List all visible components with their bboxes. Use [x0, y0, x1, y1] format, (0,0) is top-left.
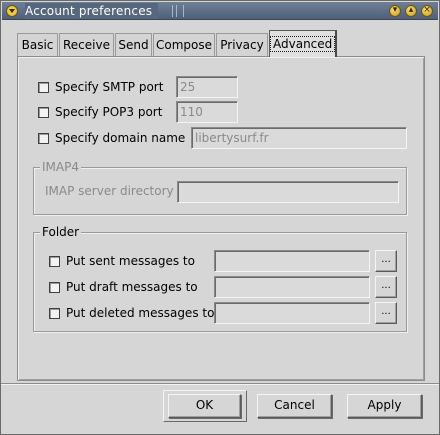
tab-basic-label: Basic — [21, 38, 54, 52]
title-bar[interactable]: Account preferences ▾ ▴ × — [2, 2, 438, 20]
tab-privacy-label: Privacy — [220, 38, 264, 52]
tab-privacy[interactable]: Privacy — [216, 33, 268, 57]
title-grip-icon — [172, 5, 184, 17]
folder-group: Folder Put sent messages to ... Put draf… — [33, 225, 407, 332]
smtp-port-checkbox[interactable] — [38, 81, 49, 93]
advanced-panel: Specify SMTP port 25 Specify POP3 port 1… — [17, 56, 425, 381]
smtp-port-field[interactable]: 25 — [176, 76, 238, 98]
draft-folder-field[interactable] — [214, 276, 370, 298]
domain-name-checkbox[interactable] — [38, 132, 49, 144]
pop3-port-checkbox-row[interactable]: Specify POP3 port — [38, 102, 162, 122]
cancel-button[interactable]: Cancel — [257, 394, 332, 418]
window-title: Account preferences — [25, 3, 159, 19]
button-separator — [1, 383, 439, 385]
draft-folder-checkbox[interactable] — [49, 281, 60, 293]
sent-folder-checkbox-row[interactable]: Put sent messages to — [49, 251, 195, 271]
imap4-group-title: IMAP4 — [40, 160, 81, 174]
draft-folder-label: Put draft messages to — [66, 280, 198, 294]
sent-folder-label: Put sent messages to — [66, 254, 195, 268]
smtp-port-checkbox-row[interactable]: Specify SMTP port — [38, 77, 163, 97]
tab-send-label: Send — [118, 38, 149, 52]
pop3-port-label: Specify POP3 port — [55, 105, 163, 119]
tab-receive[interactable]: Receive — [59, 33, 114, 57]
pop3-port-checkbox[interactable] — [38, 106, 49, 118]
tab-advanced-label: Advanced — [270, 36, 336, 52]
domain-name-checkbox-row[interactable]: Specify domain name — [38, 128, 185, 148]
tab-compose[interactable]: Compose — [153, 33, 215, 57]
tab-compose-label: Compose — [155, 38, 212, 52]
draft-folder-browse-button[interactable]: ... — [375, 276, 397, 298]
apply-button[interactable]: Apply — [347, 394, 422, 418]
domain-name-field[interactable]: libertysurf.fr — [191, 127, 407, 149]
folder-group-title: Folder — [40, 225, 82, 239]
imap4-group: IMAP4 IMAP server directory — [33, 160, 407, 215]
window-menu-icon[interactable] — [6, 5, 18, 17]
tab-receive-label: Receive — [63, 38, 110, 52]
maximize-icon[interactable]: ▴ — [405, 5, 417, 17]
deleted-folder-label: Put deleted messages to — [66, 306, 215, 320]
account-preferences-window: Account preferences ▾ ▴ × Basic Receive … — [0, 0, 440, 435]
tab-send[interactable]: Send — [115, 33, 152, 57]
tab-basic[interactable]: Basic — [17, 33, 58, 57]
smtp-port-label: Specify SMTP port — [55, 80, 164, 94]
minimize-icon[interactable]: ▾ — [389, 5, 401, 17]
imap-server-directory-field[interactable] — [177, 181, 399, 203]
sent-folder-field[interactable] — [214, 250, 370, 272]
sent-folder-checkbox[interactable] — [49, 255, 60, 267]
deleted-folder-checkbox-row[interactable]: Put deleted messages to — [49, 303, 214, 323]
deleted-folder-field[interactable] — [214, 302, 370, 324]
imap-server-directory-label: IMAP server directory — [45, 184, 174, 198]
sent-folder-browse-button[interactable]: ... — [375, 250, 397, 272]
ok-button[interactable]: OK — [168, 394, 241, 418]
draft-folder-checkbox-row[interactable]: Put draft messages to — [49, 277, 198, 297]
deleted-folder-browse-button[interactable]: ... — [375, 302, 397, 324]
domain-name-label: Specify domain name — [55, 131, 186, 145]
tab-advanced[interactable]: Advanced — [269, 30, 337, 57]
pop3-port-field[interactable]: 110 — [176, 101, 238, 123]
deleted-folder-checkbox[interactable] — [49, 307, 60, 319]
close-icon[interactable]: × — [421, 5, 433, 17]
